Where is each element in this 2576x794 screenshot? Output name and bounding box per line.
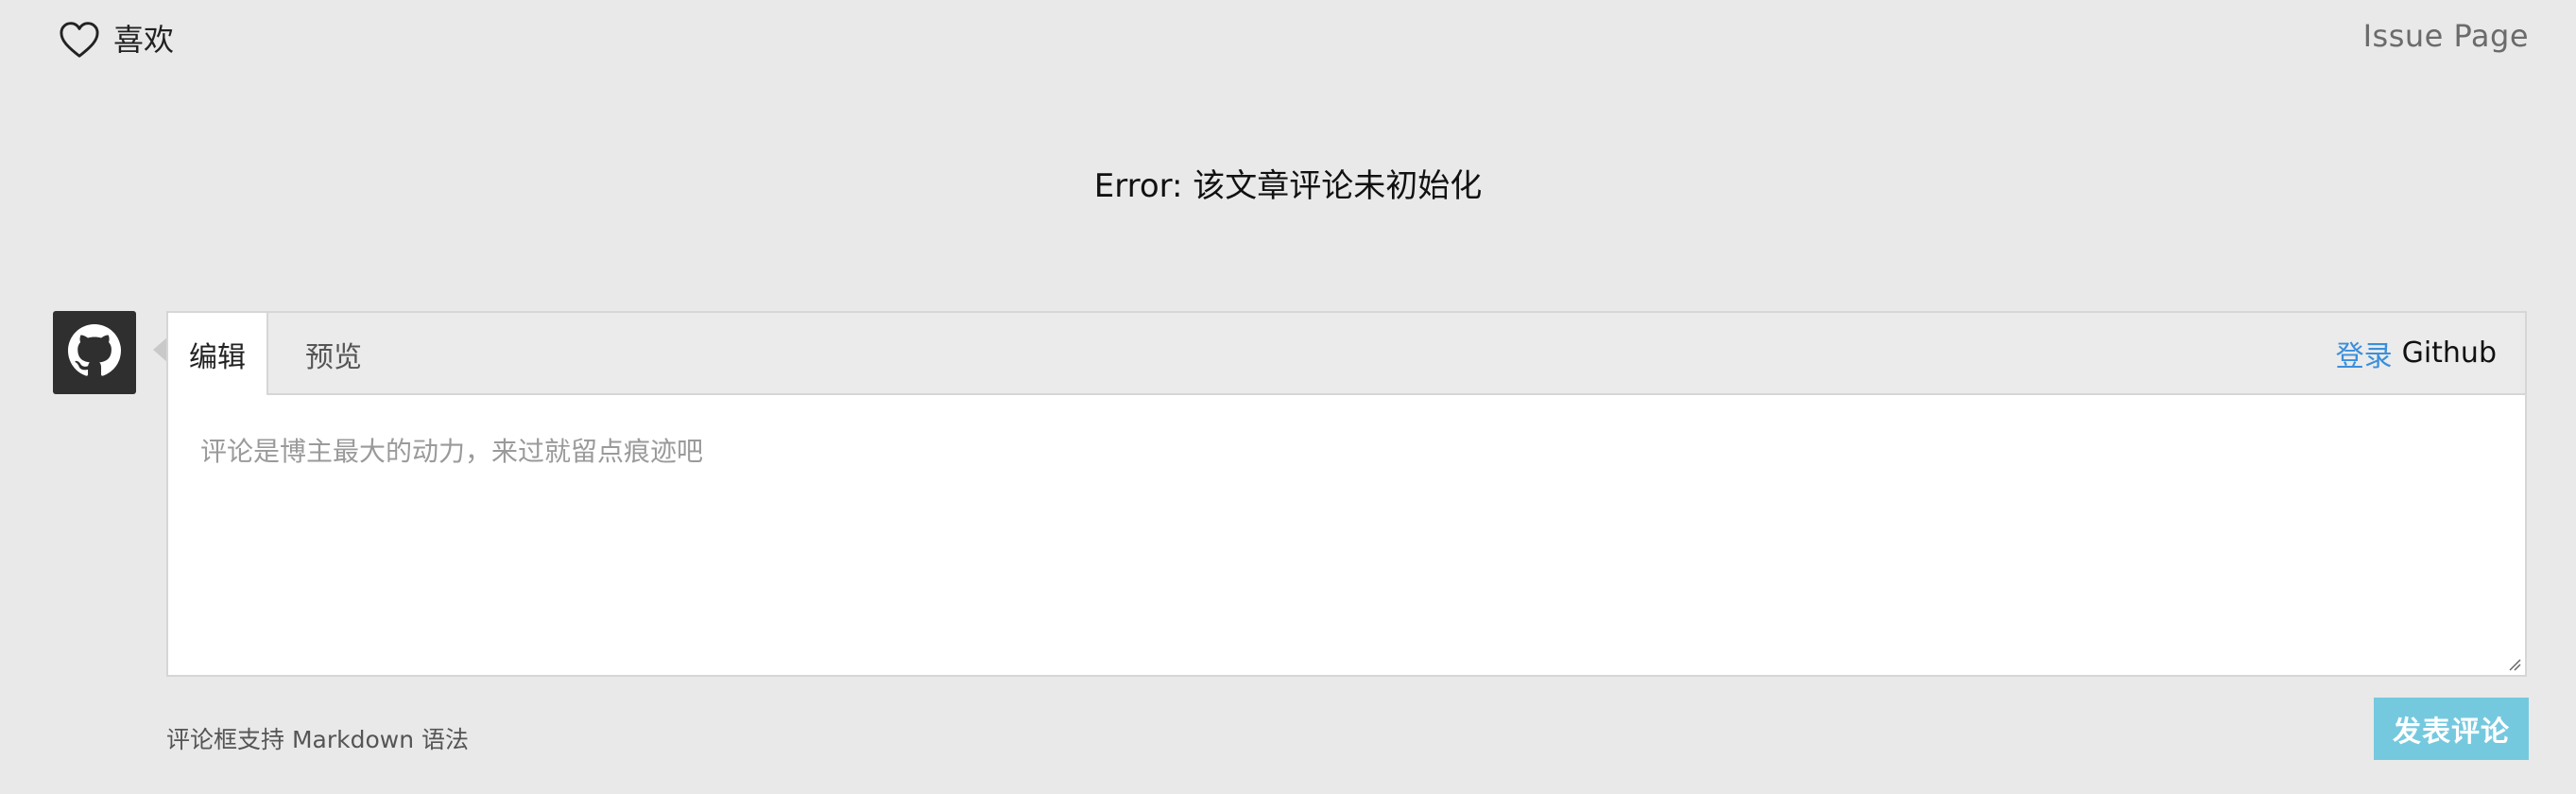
comment-editor: 编辑 预览 登录 Github 评论是博主最大的动力，来过就留点痕迹吧 [166,311,2527,677]
heart-icon [59,21,100,59]
editor-header: 编辑 预览 登录 Github [168,313,2525,395]
markdown-hint: 评论框支持 Markdown 语法 [166,726,469,753]
login-provider: Github [2401,337,2497,370]
tab-edit[interactable]: 编辑 [168,313,268,395]
login-link[interactable]: 登录 [2336,333,2393,374]
github-icon [68,324,121,381]
like-label: 喜欢 [113,22,175,58]
submit-comment-button[interactable]: 发表评论 [2374,698,2529,760]
tab-preview[interactable]: 预览 [270,313,397,395]
resize-handle-icon[interactable] [2506,656,2521,671]
error-message: Error: 该文章评论未初始化 [1093,167,1483,205]
login-area: 登录 Github [2336,313,2497,393]
comment-placeholder: 评论是博主最大的动力，来过就留点痕迹吧 [200,436,704,467]
avatar [53,311,136,394]
comment-input[interactable]: 评论是博主最大的动力，来过就留点痕迹吧 [168,395,2525,675]
issue-page-link[interactable]: Issue Page [2363,21,2529,51]
like-button[interactable]: 喜欢 [59,17,174,62]
